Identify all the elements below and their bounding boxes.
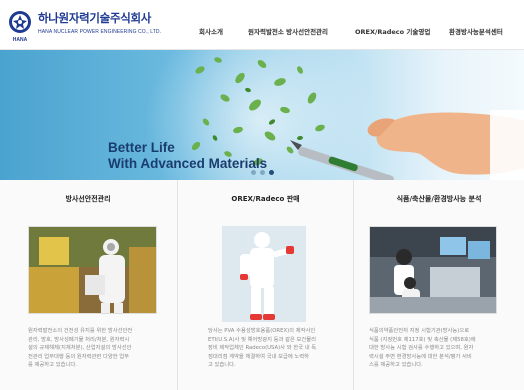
section-title: 식품/축산물/환경방사능 분석 — [396, 195, 482, 203]
hero-banner[interactable]: Better Life With Advanced Materials — [0, 50, 524, 180]
slide-dot-3[interactable] — [269, 170, 274, 175]
section-title: OREX/Radeco 판매 — [231, 195, 300, 203]
nav-item-company[interactable]: 회사소개 — [199, 26, 223, 36]
radiation-worker-photo — [28, 226, 157, 314]
section-description: 원자력발전소의 건전성 유지를 위한 방사선안전 관리, 방호, 방사성폐기물 … — [28, 328, 133, 369]
laboratory-photo — [369, 226, 497, 314]
slide-dot-2[interactable] — [260, 170, 265, 175]
main-nav: 회사소개 원자력발전소 방사선안전관리 OREX/Radeco 기술영업 환경방… — [0, 26, 524, 40]
banner-title-line-2: With Advanced Materials — [108, 156, 268, 171]
section-orex-radeco[interactable]: OREX/Radeco 판매 당사는 PVA 수용성방호용품(OREX)의 제작… — [178, 180, 353, 390]
section-description: 당사는 PVA 수용성방호용품(OREX)의 제작사인 ETI(U.S.A)사 … — [208, 328, 317, 369]
section-food-environment-analysis[interactable]: 식품/축산물/환경방사능 분석 식품의약품안전처 지정 시험기관(방사능)으로 … — [354, 180, 524, 390]
slide-dot-1[interactable] — [251, 170, 256, 175]
section-radiation-safety[interactable]: 방사선안전관리 원자력발전소의 건전성 유지를 위한 방사선안전 관리, 방호,… — [0, 180, 176, 390]
banner-title-line-1: Better Life — [108, 140, 175, 155]
nav-item-radiation-safety[interactable]: 원자력발전소 방사선안전관리 — [248, 26, 328, 36]
service-sections: 방사선안전관리 원자력발전소의 건전성 유지를 위한 방사선안전 관리, 방호,… — [0, 180, 524, 390]
section-title: 방사선안전관리 — [65, 195, 111, 203]
logo-title: 하나원자력기술주식회사 — [38, 11, 152, 25]
site-header: HANA 하나원자력기술주식회사 HANA NUCLEAR POWER ENGI… — [0, 0, 524, 50]
slide-indicator — [251, 170, 274, 175]
protective-suit-photo — [222, 226, 306, 322]
nav-item-orex-radeco[interactable]: OREX/Radeco 기술영업 — [355, 26, 430, 36]
section-description: 식품의약품안전처 지정 시험기관(방사능)으로 식품 (지정번호 제117호) … — [369, 328, 476, 369]
nav-item-environment-center[interactable]: 환경방사능분석센터 — [449, 26, 503, 36]
